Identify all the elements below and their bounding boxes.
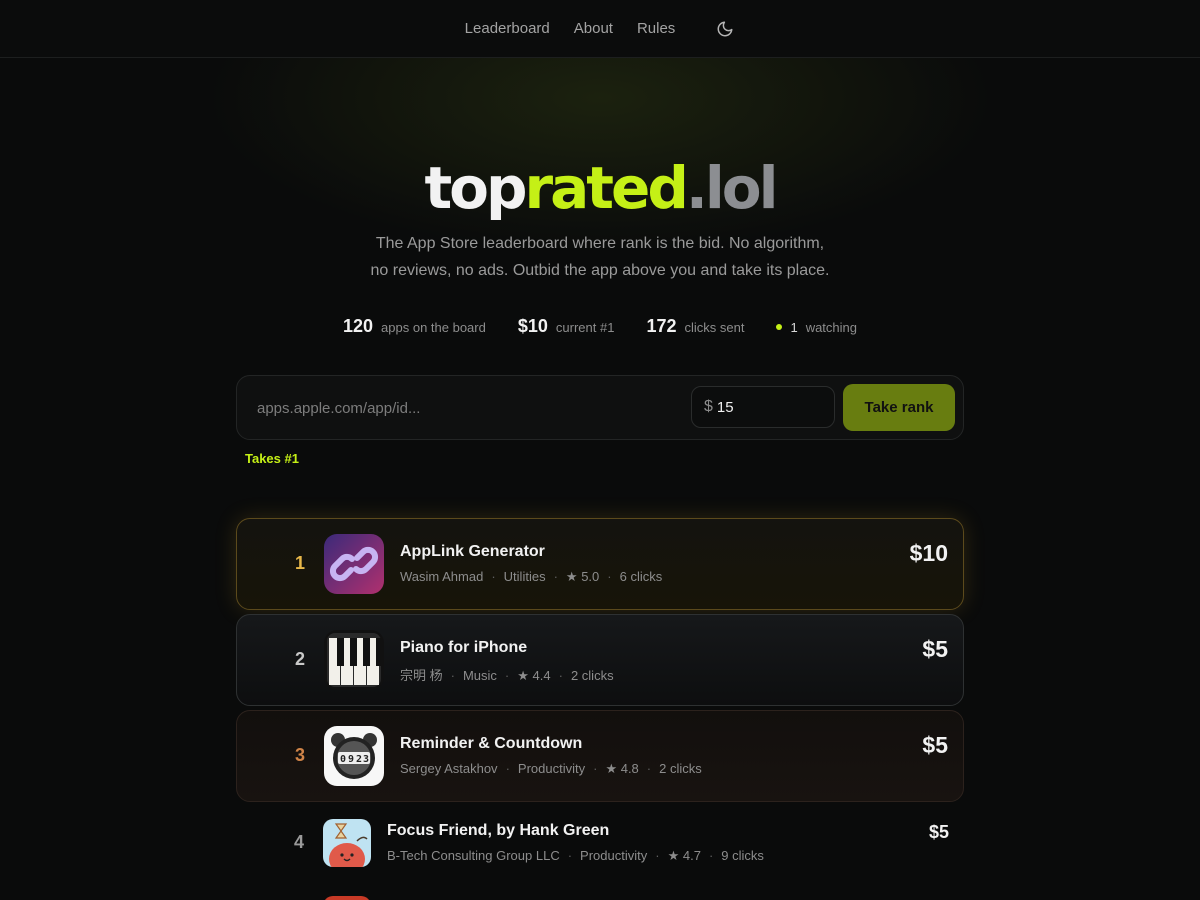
leaderboard-row[interactable]: 4 Focus Friend, by Hank Green B-Tech Con… <box>236 806 964 898</box>
app-meta: Sergey Astakhov · Productivity · ★ 4.8 · 2 cli… <box>400 761 702 776</box>
app-name[interactable]: Focus Friend, by Hank Green <box>387 822 609 840</box>
app-meta: 宗明 杨 · Music · ★ 4.4 · 2 clicks <box>400 668 614 683</box>
app-developer: B-Tech Consulting Group LLC <box>387 848 560 863</box>
app-clicks: 2 clicks <box>570 668 614 683</box>
logo-part-top: top <box>424 154 527 222</box>
bid-price: $10 <box>909 540 948 566</box>
take-rank-button[interactable]: Take rank <box>843 384 955 431</box>
stat-clicks: 172 clicks sent <box>646 316 744 337</box>
stat-watching-label: watching <box>805 320 857 335</box>
app-rating: ★ 4.8 <box>605 761 639 776</box>
leaderboard-row[interactable]: 3 0923 Reminder & Countdown Sergey Astak… <box>236 710 964 802</box>
site-logo: toprated.lol <box>0 148 1200 228</box>
bid-price: $5 <box>922 636 948 662</box>
stat-current-label: current #1 <box>555 320 615 335</box>
stat-apps-count: 120 <box>342 316 374 336</box>
nav-about-link[interactable]: About <box>574 20 613 37</box>
bid-price: $5 <box>922 732 948 758</box>
app-developer: Sergey Astakhov <box>400 761 498 776</box>
app-name[interactable]: AppLink Generator <box>400 543 545 561</box>
rank-number: 4 <box>293 832 304 852</box>
logo-part-tld: .lol <box>685 154 779 222</box>
rank-number: 2 <box>294 649 305 669</box>
svg-text:9: 9 <box>348 754 354 765</box>
live-dot-icon <box>776 324 783 330</box>
tagline: The App Store leaderboard where rank is … <box>300 230 900 284</box>
theme-toggle-button[interactable] <box>715 19 735 39</box>
bid-amount-input[interactable] <box>716 398 817 416</box>
stat-watching: 1 watching <box>776 320 857 335</box>
app-category: Music <box>462 668 497 683</box>
focus-bean-icon <box>323 819 371 867</box>
next-app-icon-peek <box>323 896 371 900</box>
tagline-line-1: The App Store leaderboard where rank is … <box>375 235 825 252</box>
svg-text:0: 0 <box>340 754 346 765</box>
nav-leaderboard-link[interactable]: Leaderboard <box>465 20 550 37</box>
app-clicks: 2 clicks <box>659 761 702 776</box>
app-clicks: 9 clicks <box>721 848 764 863</box>
stat-apps-label: apps on the board <box>381 320 486 335</box>
logo-part-rated: rated <box>524 154 689 222</box>
bid-form: $ Take rank <box>236 375 964 440</box>
app-rating: ★ 4.7 <box>667 848 701 863</box>
stat-watching-count: 1 <box>790 320 798 335</box>
currency-symbol: $ <box>704 398 713 415</box>
stat-clicks-label: clicks sent <box>684 320 745 335</box>
app-clicks: 6 clicks <box>619 569 663 584</box>
app-meta: Wasim Ahmad · Utilities · ★ 5.0 · 6 clicks <box>400 569 663 584</box>
top-nav: Leaderboard About Rules <box>0 0 1200 58</box>
app-developer: Wasim Ahmad <box>400 569 484 584</box>
leaderboard-row[interactable]: 2 Piano for iPhone 宗明 杨 · Music · ★ 4.4 · 2 cl… <box>236 614 964 706</box>
app-meta: B-Tech Consulting Group LLC · Productivity… <box>387 848 764 863</box>
moon-icon <box>717 21 733 36</box>
stat-apps: 120 apps on the board <box>343 316 486 337</box>
nav-rules-link[interactable]: Rules <box>637 20 675 37</box>
app-category: Productivity <box>517 761 586 776</box>
app-rating: ★ 4.4 <box>517 668 551 683</box>
rank-number: 1 <box>294 553 305 573</box>
stat-clicks-count: 172 <box>646 316 677 336</box>
bid-price: $5 <box>928 822 949 842</box>
bid-amount-field[interactable]: $ <box>691 386 835 428</box>
link-icon <box>324 534 384 594</box>
rank-number: 3 <box>294 745 305 765</box>
app-url-input[interactable] <box>245 384 685 432</box>
app-category: Utilities <box>503 569 546 584</box>
stats-bar: 120 apps on the board $10 current #1 172… <box>0 316 1200 337</box>
svg-text:2: 2 <box>356 754 362 765</box>
app-name[interactable]: Reminder & Countdown <box>400 735 582 753</box>
stat-current: $10 current #1 <box>518 316 615 337</box>
stat-current-price: $10 <box>517 316 548 336</box>
svg-text:3: 3 <box>363 754 369 765</box>
piano-keys-icon <box>324 630 384 690</box>
app-developer: 宗明 杨 <box>400 668 443 683</box>
rank-hint: Takes #1 <box>245 451 299 466</box>
app-rating: ★ 5.0 <box>565 569 600 584</box>
leaderboard-row[interactable]: 1 AppLink Generator Wasim Ahmad · Utilitie… <box>236 518 964 610</box>
app-name[interactable]: Piano for iPhone <box>400 639 527 657</box>
app-category: Productivity <box>580 848 648 863</box>
tagline-line-2: no reviews, no ads. Outbid the app above… <box>370 262 830 279</box>
alarm-clock-icon: 0923 <box>324 726 384 786</box>
